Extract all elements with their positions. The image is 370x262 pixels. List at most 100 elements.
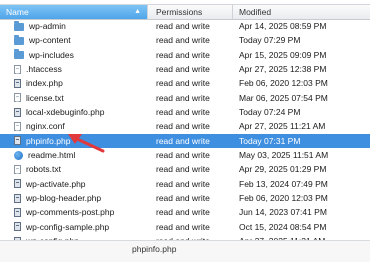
- file-name-cell: wp-activate.php: [0, 177, 148, 191]
- file-name: wp-blog-header.php: [26, 193, 102, 204]
- permissions-cell: read and write: [156, 150, 210, 161]
- php-file-icon: [14, 222, 21, 232]
- file-name-cell: wp-includes: [0, 48, 148, 62]
- html-file-icon: [14, 150, 23, 160]
- column-header-modified[interactable]: Modified: [233, 5, 370, 19]
- file-name-cell: license.txt: [0, 91, 148, 105]
- file-icon: [14, 93, 21, 103]
- file-name: wp-includes: [29, 49, 74, 60]
- php-file-icon: [14, 107, 21, 117]
- file-list: wp-admin read and write Apr 14, 2025 08:59…: [0, 19, 370, 249]
- file-name-cell: wp-admin: [0, 19, 148, 33]
- permissions-cell: read and write: [156, 35, 210, 46]
- permissions-cell: read and write: [156, 107, 210, 118]
- file-name-cell: robots.txt: [0, 162, 148, 176]
- file-icon: [14, 122, 21, 132]
- column-header-name-label: Name: [6, 7, 29, 17]
- file-name-cell: wp-content: [0, 33, 148, 47]
- file-icon: [14, 165, 21, 175]
- file-name: wp-activate.php: [26, 178, 86, 189]
- file-row[interactable]: robots.txt read and write Apr 29, 2025 01:…: [0, 162, 370, 176]
- permissions-cell: read and write: [156, 221, 210, 232]
- status-bar: phpinfo.php: [0, 240, 370, 262]
- permissions-cell: read and write: [156, 207, 210, 218]
- file-row[interactable]: nginx.conf read and write Apr 27, 2025 11:…: [0, 119, 370, 133]
- modified-cell: Feb 06, 2020 12:03 PM: [239, 193, 328, 204]
- file-name: phpinfo.php: [26, 135, 71, 146]
- file-row[interactable]: wp-config-sample.php read and write Oct 15…: [0, 220, 370, 234]
- file-name: wp-config-sample.php: [26, 221, 110, 232]
- modified-cell: Mar 06, 2025 07:54 PM: [239, 92, 328, 103]
- modified-cell: Oct 15, 2024 08:54 PM: [239, 221, 327, 232]
- permissions-cell: read and write: [156, 178, 210, 189]
- modified-cell: Apr 27, 2025 12:38 PM: [239, 64, 327, 75]
- file-row[interactable]: license.txt read and write Mar 06, 2025 07…: [0, 91, 370, 105]
- modified-cell: Feb 06, 2020 12:03 PM: [239, 78, 328, 89]
- file-name-cell: local-xdebuginfo.php: [0, 105, 148, 119]
- permissions-cell: read and write: [156, 21, 210, 31]
- modified-cell: Today 07:29 PM: [239, 35, 301, 46]
- file-row[interactable]: wp-content read and write Today 07:29 PM: [0, 33, 370, 47]
- file-name-cell: .htaccess: [0, 62, 148, 76]
- file-name-cell: wp-comments-post.php: [0, 205, 148, 219]
- modified-cell: Jun 14, 2023 07:41 PM: [239, 207, 327, 218]
- modified-cell: Apr 15, 2025 09:09 PM: [239, 49, 327, 60]
- permissions-cell: read and write: [156, 78, 210, 89]
- php-file-icon: [14, 179, 21, 189]
- php-file-icon: [14, 193, 21, 203]
- file-row[interactable]: .htaccess read and write Apr 27, 2025 12:3…: [0, 62, 370, 76]
- modified-cell: Apr 29, 2025 01:29 PM: [239, 164, 327, 175]
- php-file-icon: [14, 208, 21, 218]
- file-row[interactable]: wp-includes read and write Apr 15, 2025 09…: [0, 48, 370, 62]
- permissions-cell: read and write: [156, 49, 210, 60]
- file-name: .htaccess: [26, 64, 62, 75]
- file-name-cell: readme.html: [0, 148, 148, 162]
- file-row[interactable]: wp-blog-header.php read and write Feb 06, …: [0, 191, 370, 205]
- column-header-permissions[interactable]: Permissions: [148, 5, 233, 19]
- modified-cell: Today 07:24 PM: [239, 107, 301, 118]
- file-row[interactable]: wp-admin read and write Apr 14, 2025 08:59…: [0, 19, 370, 33]
- permissions-cell: read and write: [156, 135, 210, 146]
- file-name-cell: index.php: [0, 76, 148, 90]
- status-selected-file: phpinfo.php: [132, 244, 177, 254]
- file-browser: Name ▲ Permissions Modified wp-admin read…: [0, 0, 370, 262]
- file-name: readme.html: [28, 150, 76, 161]
- permissions-cell: read and write: [156, 64, 210, 75]
- file-name: robots.txt: [26, 164, 61, 175]
- file-name: wp-comments-post.php: [26, 207, 115, 218]
- folder-icon: [14, 49, 24, 60]
- file-name: index.php: [26, 78, 63, 89]
- file-name: nginx.conf: [26, 121, 65, 132]
- sort-ascending-icon: ▲: [134, 8, 141, 15]
- php-file-icon: [14, 79, 21, 89]
- file-name-cell: nginx.conf: [0, 119, 148, 133]
- modified-cell: May 03, 2025 11:51 AM: [239, 150, 329, 161]
- file-name-cell: wp-blog-header.php: [0, 191, 148, 205]
- column-header-name[interactable]: Name ▲: [0, 5, 148, 19]
- file-row[interactable]: readme.html read and write May 03, 2025 11…: [0, 148, 370, 162]
- column-header-bar: Name ▲ Permissions Modified: [0, 4, 370, 20]
- permissions-cell: read and write: [156, 92, 210, 103]
- permissions-cell: read and write: [156, 193, 210, 204]
- modified-cell: Apr 27, 2025 11:21 AM: [239, 121, 326, 132]
- permissions-cell: read and write: [156, 164, 210, 175]
- file-name: license.txt: [26, 92, 64, 103]
- folder-icon: [14, 35, 24, 46]
- file-row[interactable]: wp-activate.php read and write Feb 13, 202…: [0, 177, 370, 191]
- php-file-icon: [14, 136, 21, 146]
- file-row[interactable]: index.php read and write Feb 06, 2020 12:0…: [0, 76, 370, 90]
- file-name: local-xdebuginfo.php: [26, 107, 105, 118]
- file-row[interactable]: local-xdebuginfo.php read and write Today …: [0, 105, 370, 119]
- file-icon: [14, 64, 21, 74]
- file-name: wp-admin: [29, 21, 66, 31]
- file-name-cell: wp-config-sample.php: [0, 220, 148, 234]
- file-row[interactable]: wp-comments-post.php read and write Jun 14…: [0, 205, 370, 219]
- modified-cell: Apr 14, 2025 08:59 PM: [239, 21, 327, 31]
- modified-cell: Feb 13, 2024 07:49 PM: [239, 178, 328, 189]
- file-name: wp-content: [29, 35, 71, 46]
- file-row[interactable]: phpinfo.php read and write Today 07:31 PM: [0, 133, 370, 149]
- permissions-cell: read and write: [156, 121, 210, 132]
- modified-cell: Today 07:31 PM: [239, 135, 301, 146]
- file-name-cell: phpinfo.php: [0, 134, 148, 148]
- folder-icon: [14, 20, 24, 31]
